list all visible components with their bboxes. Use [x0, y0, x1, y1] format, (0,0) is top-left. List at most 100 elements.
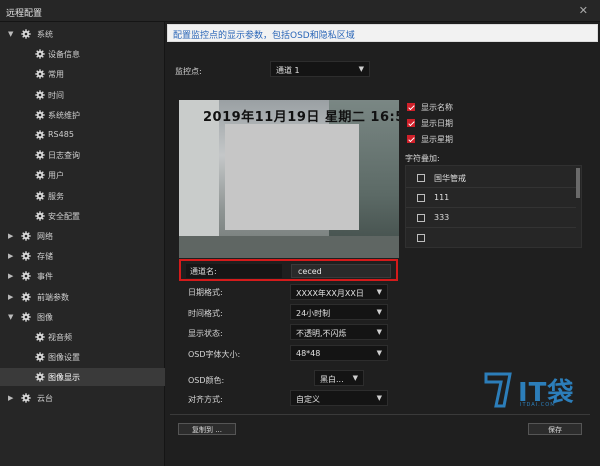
overlay-checkbox[interactable] [417, 174, 425, 182]
sidebar-item[interactable]: ▶ 事件 [0, 267, 165, 285]
sidebar-item[interactable]: ▶ 云台 [0, 389, 165, 407]
overlay-label: 字符叠加: [405, 154, 440, 163]
sidebar-item[interactable]: 常用 [0, 65, 165, 83]
overlay-list: 国华管戒 111 333 [405, 165, 582, 248]
gear-icon [21, 271, 31, 282]
overlay-text: 国华管戒 [434, 174, 466, 183]
sidebar-item-label: 视音频 [48, 333, 72, 342]
channel-name-value: ceced [298, 267, 322, 276]
close-icon[interactable]: ✕ [579, 4, 588, 17]
overlay-item[interactable]: 国华管戒 [406, 168, 576, 188]
sidebar-tree: ▼ 系统 设备信息 常用 时间 系统维护 RS485 日志查询 用户 服务 安全配置 ▶ 网络 ▶ 存储 ▶ 事… [0, 22, 165, 466]
sidebar-item[interactable]: 系统维护 [0, 106, 165, 124]
copy-to-button[interactable]: 复制到 ... [178, 423, 236, 435]
sidebar-item[interactable]: ▼ 系统 [0, 25, 165, 43]
show-week-checkbox[interactable] [407, 135, 415, 143]
show-date-checkbox[interactable] [407, 119, 415, 127]
show-name-checkbox[interactable] [407, 103, 415, 111]
sidebar-item-label: RS485 [48, 130, 74, 139]
chevron-right-icon[interactable]: ▶ [8, 232, 13, 240]
osd-font-size-label: OSD字体大小: [188, 350, 241, 359]
sidebar-item[interactable]: 服务 [0, 187, 165, 205]
display-state-value: 不透明,不闪烁 [296, 329, 347, 338]
channel-name-input[interactable]: ceced [291, 264, 391, 278]
sidebar-item-label: 服务 [48, 191, 64, 201]
chevron-down-icon[interactable]: ▼ [8, 313, 13, 321]
gear-icon [35, 130, 45, 140]
time-format-select[interactable]: 24小时制 ▼ [290, 304, 388, 320]
overlay-scrollbar[interactable] [576, 168, 580, 198]
gear-icon [21, 29, 31, 39]
gear-icon [35, 211, 45, 221]
title-bar: 远程配置 ✕ [0, 0, 600, 22]
sidebar-item-label: 图像设置 [48, 353, 80, 363]
time-format-label: 时间格式: [188, 309, 223, 318]
gear-icon [35, 170, 45, 181]
sidebar-item[interactable]: RS485 [0, 126, 165, 144]
privacy-mask-region[interactable] [225, 124, 359, 230]
sidebar-item[interactable]: 用户 [0, 166, 165, 184]
sidebar-item-label: 日志查询 [48, 151, 80, 161]
alignment-label: 对齐方式: [188, 395, 223, 404]
sidebar-item-label: 网络 [37, 232, 53, 241]
sidebar-item[interactable]: 日志查询 [0, 146, 165, 164]
display-state-select[interactable]: 不透明,不闪烁 ▼ [290, 324, 388, 340]
sidebar-item[interactable]: 视音频 [0, 328, 165, 346]
overlay-checkbox[interactable] [417, 214, 425, 222]
chevron-down-icon: ▼ [358, 65, 364, 73]
overlay-item[interactable] [406, 228, 576, 248]
sidebar-item-label: 系统 [37, 30, 53, 39]
show-week-label: 显示星期 [421, 135, 453, 144]
sidebar-item[interactable]: ▶ 存储 [0, 247, 165, 265]
sidebar-item[interactable]: ▶ 网络 [0, 227, 165, 245]
gear-icon [35, 372, 45, 383]
sidebar-item[interactable]: 设备信息 [0, 45, 165, 63]
chevron-right-icon[interactable]: ▶ [8, 252, 13, 260]
video-preview[interactable]: 2019年11月19日 星期二 16:5 [179, 100, 399, 258]
gear-icon [21, 392, 31, 403]
sidebar-item-label: 图像 [37, 312, 53, 322]
gear-icon [21, 231, 31, 241]
gear-icon [35, 150, 45, 160]
monitor-point-select[interactable]: 通道 1 ▼ [270, 61, 370, 77]
channel-name-label-box: 通道名: [186, 264, 282, 278]
chevron-right-icon[interactable]: ▶ [8, 394, 13, 402]
gear-icon [35, 352, 45, 362]
brand-mark-icon [484, 372, 512, 408]
show-name-label: 显示名称 [421, 103, 453, 112]
osd-font-size-value: 48*48 [296, 349, 321, 358]
overlay-checkbox[interactable] [417, 234, 425, 242]
chevron-right-icon[interactable]: ▶ [8, 293, 13, 301]
chevron-down-icon: ▼ [376, 288, 382, 296]
chevron-right-icon[interactable]: ▶ [8, 272, 13, 280]
sidebar-item[interactable]: 时间 [0, 86, 165, 104]
sidebar-item[interactable]: ▼ 图像 [0, 308, 165, 326]
save-label: 保存 [548, 426, 562, 434]
sidebar-item[interactable]: 图像设置 [0, 348, 165, 366]
alignment-select[interactable]: 自定义 ▼ [290, 390, 388, 406]
gear-icon [35, 332, 45, 342]
overlay-text: 111 [434, 193, 450, 202]
window-title: 远程配置 [6, 9, 43, 19]
sidebar-item[interactable]: 安全配置 [0, 207, 165, 225]
date-format-value: XXXX年XX月XX日 [296, 289, 364, 298]
date-format-select[interactable]: XXXX年XX月XX日 ▼ [290, 284, 388, 300]
date-format-label: 日期格式: [188, 288, 223, 297]
sidebar-item[interactable]: 图像显示 [0, 368, 165, 387]
gear-icon [21, 291, 31, 302]
osd-font-size-select[interactable]: 48*48 ▼ [290, 345, 388, 361]
preview-floor [179, 236, 399, 258]
sidebar-item-label: 系统维护 [48, 110, 80, 120]
sidebar-item-label: 事件 [37, 272, 53, 282]
sidebar-item[interactable]: ▶ 前端参数 [0, 288, 165, 306]
overlay-item[interactable]: 111 [406, 188, 576, 208]
osd-color-select[interactable]: 黑白... ▼ [314, 370, 364, 386]
chevron-down-icon[interactable]: ▼ [8, 30, 13, 38]
overlay-checkbox[interactable] [417, 194, 425, 202]
monitor-point-label: 监控点: [175, 67, 202, 76]
save-button[interactable]: 保存 [528, 423, 582, 435]
banner-text: 配置监控点的显示参数，包括OSD和隐私区域 [173, 31, 355, 41]
sidebar-item-label: 设备信息 [48, 50, 80, 60]
overlay-item[interactable]: 333 [406, 208, 576, 228]
osd-datetime-overlay[interactable]: 2019年11月19日 星期二 16:5 [203, 106, 399, 125]
